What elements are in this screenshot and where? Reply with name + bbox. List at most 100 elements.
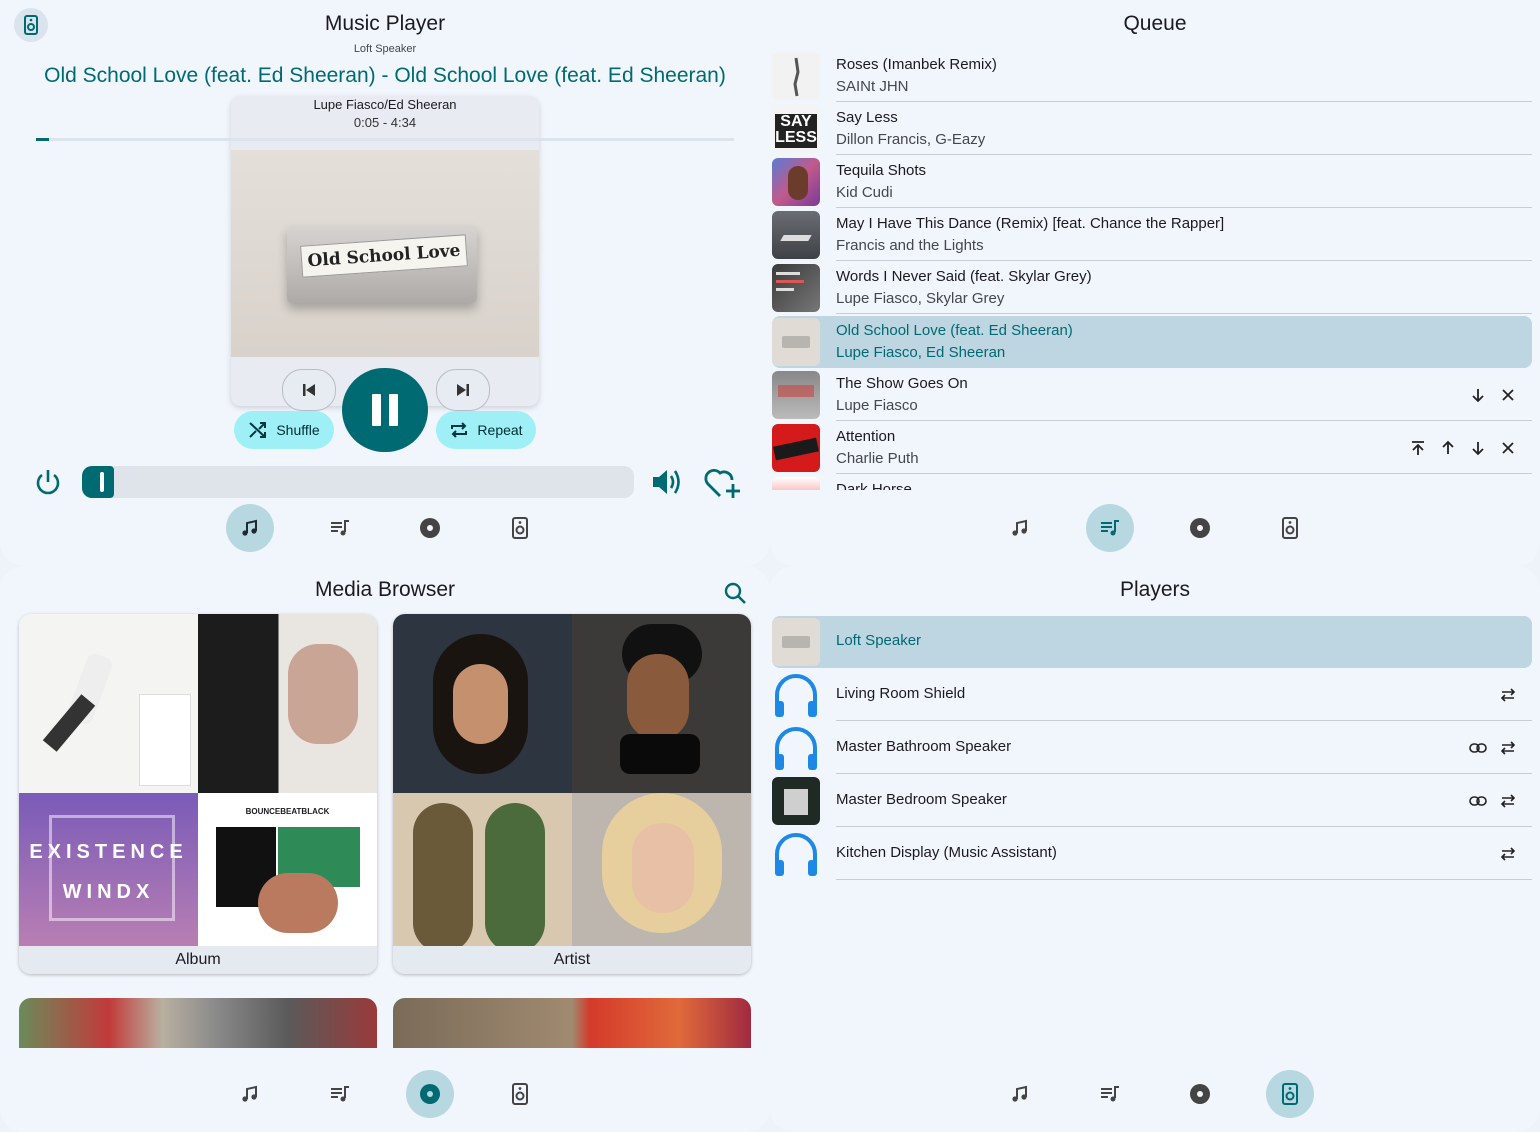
- cover-text: SAY: [780, 113, 812, 130]
- nav-queue[interactable]: [316, 504, 364, 552]
- queue-item[interactable]: May I Have This Dance (Remix) [feat. Cha…: [772, 209, 1532, 261]
- nav-browser[interactable]: [406, 504, 454, 552]
- queue-thumb: [772, 211, 820, 259]
- queue-music-icon: [331, 520, 349, 536]
- player-name: Master Bathroom Speaker: [836, 738, 1012, 755]
- nav-browser[interactable]: [406, 1070, 454, 1118]
- swap-icon: [1500, 741, 1516, 755]
- move-up-button[interactable]: [1436, 436, 1460, 460]
- play-pause-button[interactable]: [342, 368, 428, 452]
- queue-thumb: [772, 424, 820, 472]
- queue-music-icon: [331, 1086, 349, 1102]
- nav-players[interactable]: [496, 1070, 544, 1118]
- queue-item-title: Attention: [836, 428, 896, 445]
- queue-item-artist: Francis and the Lights: [836, 237, 984, 254]
- media-browser-panel: Media Browser EXISTENCE WINDX BOUNCEBEAT…: [0, 566, 770, 1132]
- nav-players[interactable]: [1266, 1070, 1314, 1118]
- shuffle-button[interactable]: Shuffle: [234, 411, 334, 449]
- progress-track[interactable]: [36, 138, 734, 141]
- bottom-nav: [770, 1070, 1540, 1118]
- album-icon: [1190, 518, 1210, 538]
- player-item[interactable]: Master Bedroom Speaker: [772, 775, 1532, 827]
- bottom-nav: [0, 504, 770, 552]
- queue-item[interactable]: SAY LESS Say Less Dillon Francis, G-Eazy: [772, 103, 1532, 155]
- transfer-button[interactable]: [1496, 842, 1520, 866]
- queue-music-icon: [1101, 520, 1119, 536]
- player-item[interactable]: Living Room Shield: [772, 669, 1532, 721]
- remove-button[interactable]: [1496, 383, 1520, 407]
- favorite-add-button[interactable]: [702, 464, 742, 502]
- queue-item-title: Dark Horse: [836, 481, 912, 490]
- playlist-category-card[interactable]: [19, 998, 377, 1048]
- bottom-nav: [0, 1070, 770, 1118]
- nav-player[interactable]: [996, 1070, 1044, 1118]
- move-down-button[interactable]: [1466, 383, 1490, 407]
- album-category-card[interactable]: EXISTENCE WINDX BOUNCEBEATBLACK Album: [19, 614, 377, 974]
- transfer-button[interactable]: [1496, 736, 1520, 760]
- queue-item[interactable]: The Show Goes On Lupe Fiasco: [772, 369, 1532, 421]
- queue-thumb: [772, 158, 820, 206]
- group-button[interactable]: [1466, 736, 1490, 760]
- player-name: Kitchen Display (Music Assistant): [836, 844, 1057, 861]
- shuffle-label: Shuffle: [276, 422, 320, 438]
- player-name: Master Bedroom Speaker: [836, 791, 1007, 808]
- volume-slider[interactable]: [82, 466, 634, 498]
- nav-player[interactable]: [226, 504, 274, 552]
- queue-list: Roses (Imanbek Remix) SAINt JHN SAY LESS …: [770, 50, 1540, 490]
- move-to-top-button[interactable]: [1406, 436, 1430, 460]
- queue-item-current[interactable]: Old School Love (feat. Ed Sheeran) Lupe …: [772, 316, 1532, 368]
- headphones-icon: [775, 833, 817, 876]
- nav-browser[interactable]: [1176, 504, 1224, 552]
- transfer-button[interactable]: [1496, 789, 1520, 813]
- panel-title: Players: [1119, 578, 1191, 601]
- nav-queue[interactable]: [316, 1070, 364, 1118]
- repeat-button[interactable]: Repeat: [436, 411, 536, 449]
- artist-photo: [393, 614, 572, 793]
- queue-item[interactable]: Attention Charlie Puth: [772, 422, 1532, 474]
- player-thumb: [772, 618, 820, 666]
- player-item[interactable]: Master Bathroom Speaker: [772, 722, 1532, 774]
- queue-item-title: Tequila Shots: [836, 162, 927, 179]
- cover-text: BOUNCEBEATBLACK: [245, 807, 330, 816]
- card-label: Artist: [393, 946, 751, 974]
- queue-item[interactable]: Dark Horse: [772, 475, 1532, 490]
- group-button[interactable]: [1466, 789, 1490, 813]
- remove-button[interactable]: [1496, 436, 1520, 460]
- nav-players[interactable]: [1266, 504, 1314, 552]
- player-name: Living Room Shield: [836, 685, 966, 702]
- volume-up-icon: [653, 470, 680, 494]
- artist-category-card[interactable]: Artist: [393, 614, 751, 974]
- queue-item[interactable]: Tequila Shots Kid Cudi: [772, 156, 1532, 208]
- queue-thumb: SAY LESS: [772, 105, 820, 153]
- queue-item-artist: Lupe Fiasco, Skylar Grey: [836, 290, 1005, 307]
- queue-item[interactable]: Words I Never Said (feat. Skylar Grey) L…: [772, 262, 1532, 314]
- nav-browser[interactable]: [1176, 1070, 1224, 1118]
- track-time: 0:05 - 4:34: [353, 115, 417, 130]
- album-art: [19, 614, 198, 793]
- move-down-button[interactable]: [1466, 436, 1490, 460]
- player-item-current[interactable]: Loft Speaker: [772, 616, 1532, 668]
- repeat-icon: [451, 422, 468, 438]
- skip-previous-icon: [303, 384, 315, 396]
- player-item[interactable]: Kitchen Display (Music Assistant): [772, 828, 1532, 880]
- headphones-icon: [775, 674, 817, 717]
- nav-players[interactable]: [496, 504, 544, 552]
- nav-queue[interactable]: [1086, 504, 1134, 552]
- volume-handle[interactable]: [100, 472, 104, 492]
- power-button[interactable]: [30, 464, 66, 500]
- nav-player[interactable]: [996, 504, 1044, 552]
- next-button[interactable]: [436, 369, 490, 411]
- queue-thumb: [772, 477, 820, 490]
- queue-item[interactable]: Roses (Imanbek Remix) SAINt JHN: [772, 50, 1532, 102]
- album-icon: [420, 518, 440, 538]
- player-thumb: [772, 671, 820, 719]
- previous-button[interactable]: [282, 369, 336, 411]
- players-panel: Players Loft Speaker Living Room Shield …: [770, 566, 1540, 1132]
- radio-category-card[interactable]: [393, 998, 751, 1048]
- transfer-button[interactable]: [1496, 683, 1520, 707]
- nav-queue[interactable]: [1086, 1070, 1134, 1118]
- queue-item-title: Roses (Imanbek Remix): [836, 56, 997, 73]
- search-button[interactable]: [720, 578, 750, 608]
- nav-player[interactable]: [226, 1070, 274, 1118]
- volume-button[interactable]: [648, 464, 686, 500]
